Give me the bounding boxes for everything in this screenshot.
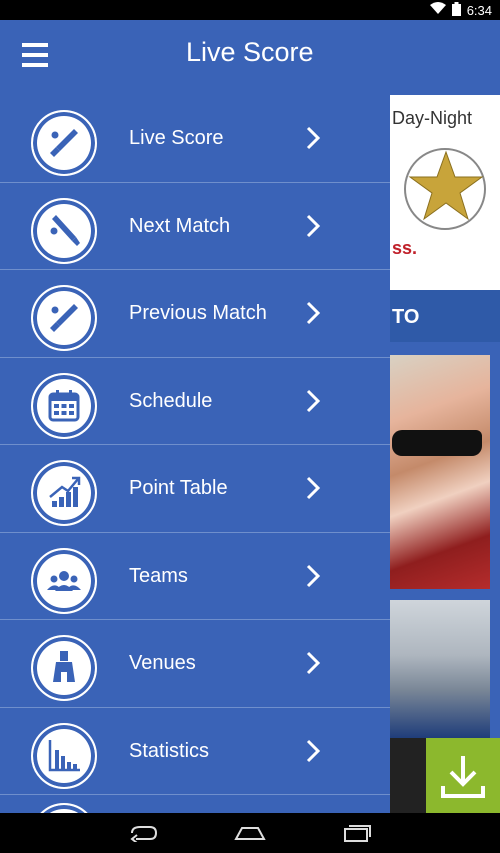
hamburger-menu-icon[interactable] bbox=[22, 43, 48, 69]
menu-item-schedule[interactable]: Schedule bbox=[0, 358, 390, 445]
menu-item-label: Previous Match bbox=[129, 302, 267, 324]
section-band-text: TO bbox=[392, 306, 420, 328]
stadium-icon bbox=[31, 635, 97, 701]
menu-item-label: Venues bbox=[129, 652, 196, 674]
menu-item-label: Statistics bbox=[129, 739, 210, 762]
headline-fragment: ss. bbox=[392, 238, 418, 258]
download-icon bbox=[441, 756, 485, 798]
download-button[interactable] bbox=[426, 738, 500, 813]
chevron-right-icon bbox=[306, 389, 321, 412]
home-icon[interactable] bbox=[233, 821, 267, 845]
menu-item-next-match[interactable]: Next Match bbox=[0, 183, 390, 270]
menu-item-venues[interactable]: Venues bbox=[0, 620, 390, 708]
bar-chart-icon bbox=[31, 722, 97, 789]
menu-item-icon bbox=[31, 803, 97, 813]
menu-item-partial[interactable] bbox=[0, 795, 390, 813]
status-bar: 6:34 bbox=[0, 0, 500, 20]
menu-item-point-table[interactable]: Point Table bbox=[0, 445, 390, 533]
chevron-right-icon bbox=[306, 301, 321, 325]
fan-photo[interactable] bbox=[390, 355, 490, 589]
menu-item-previous-match[interactable]: Previous Match bbox=[0, 270, 390, 358]
cricket-bat-icon bbox=[31, 110, 97, 176]
cricket-bat-icon bbox=[31, 285, 97, 351]
fan-photo-detail bbox=[392, 430, 482, 456]
calendar-icon bbox=[31, 372, 97, 439]
back-icon[interactable] bbox=[126, 821, 160, 845]
chevron-right-icon bbox=[306, 476, 321, 500]
chevron-right-icon bbox=[306, 126, 321, 150]
menu-item-label: Teams bbox=[129, 564, 188, 587]
menu-item-label: Schedule bbox=[129, 389, 213, 412]
recents-icon[interactable] bbox=[340, 821, 374, 845]
growth-chart-icon bbox=[31, 460, 97, 526]
chevron-right-icon bbox=[306, 214, 321, 237]
status-time: 6:34 bbox=[466, 2, 492, 18]
chevron-right-icon bbox=[306, 651, 321, 675]
menu-item-live-score[interactable]: Live Score bbox=[0, 95, 390, 183]
wifi-icon bbox=[429, 2, 446, 18]
menu-item-teams[interactable]: Teams bbox=[0, 533, 390, 620]
cricket-bat-icon bbox=[31, 197, 97, 264]
chevron-right-icon bbox=[306, 564, 321, 587]
star-logo-icon bbox=[408, 150, 484, 221]
menu-item-label: Live Score bbox=[129, 127, 224, 149]
navigation-drawer: Live Score Live Score Next Match Previou… bbox=[0, 20, 390, 813]
ad-strip bbox=[390, 738, 426, 813]
team-photo[interactable] bbox=[390, 600, 490, 738]
app-title: Live Score bbox=[186, 37, 314, 67]
menu-item-label: Next Match bbox=[129, 214, 231, 237]
chevron-right-icon bbox=[306, 739, 321, 762]
team-icon bbox=[31, 547, 97, 614]
menu-item-statistics[interactable]: Statistics bbox=[0, 708, 390, 795]
app-bar: Live Score bbox=[0, 20, 390, 95]
day-night-label: Day-Night bbox=[392, 108, 473, 128]
battery-icon bbox=[451, 1, 461, 19]
system-navigation-bar bbox=[0, 813, 500, 853]
menu-item-label: Point Table bbox=[129, 477, 228, 499]
